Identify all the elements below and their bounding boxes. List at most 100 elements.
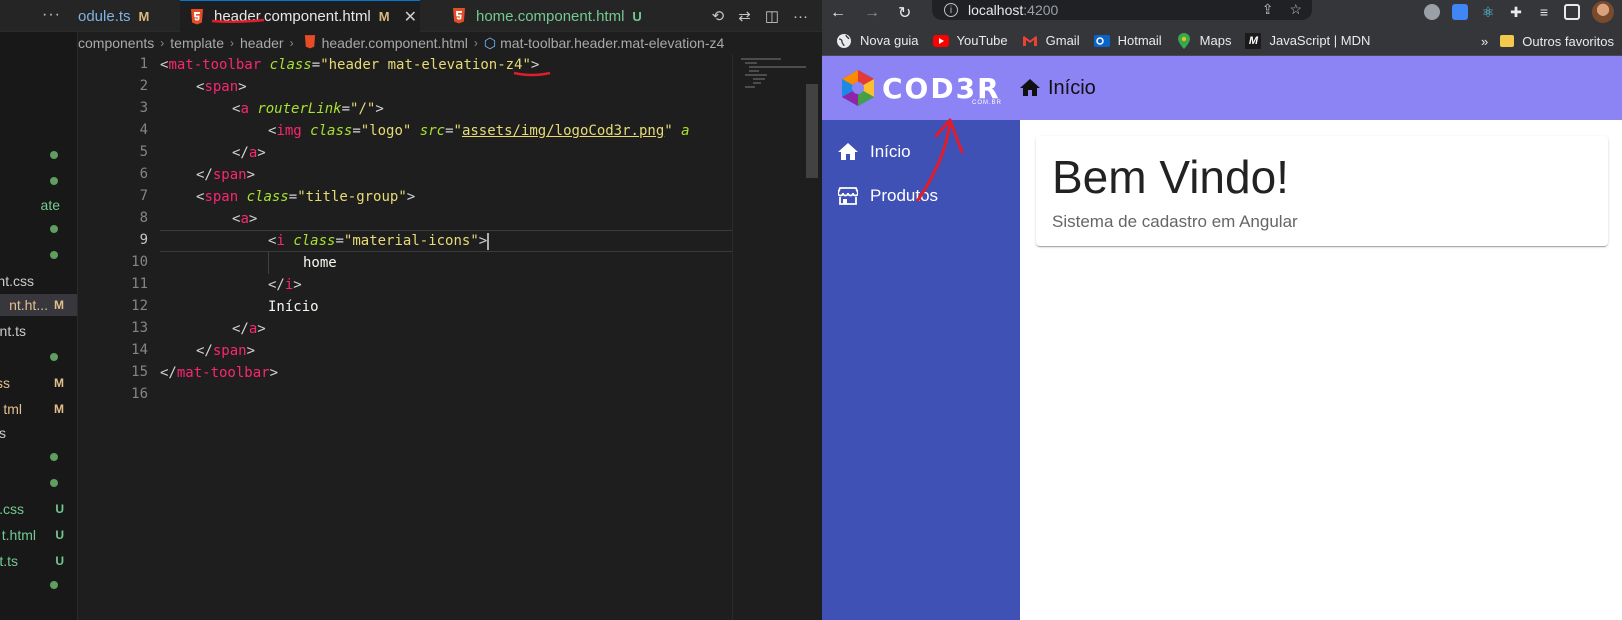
vscode-window: ··· odule.ts M header.component.html M ✕… xyxy=(0,0,822,620)
bookmark-label: JavaScript | MDN xyxy=(1269,33,1371,48)
tab-status: M xyxy=(138,8,150,24)
file-item[interactable]: tml M xyxy=(0,398,77,420)
breadcrumb-item[interactable]: mat-toolbar.header.mat-elevation-z4 xyxy=(500,35,724,51)
token: </ xyxy=(196,167,213,183)
toolbar-title[interactable]: Início xyxy=(1020,56,1096,120)
token: = xyxy=(288,189,298,205)
extension-translate-icon[interactable] xyxy=(1452,4,1468,20)
explorer-dot-row xyxy=(0,574,77,596)
bookmarks-overflow-icon[interactable]: » xyxy=(1481,34,1488,49)
main-content: Bem Vindo! Sistema de cadastro em Angula… xyxy=(1020,120,1622,620)
token-string: " xyxy=(522,57,531,73)
token: > xyxy=(530,57,540,73)
side-panel-icon[interactable] xyxy=(1564,4,1580,20)
file-item[interactable]: nt.ts xyxy=(0,320,77,342)
bookmark-mdn[interactable]: M JavaScript | MDN xyxy=(1245,32,1371,49)
profile-avatar[interactable] xyxy=(1592,1,1614,23)
reading-list-icon[interactable]: ≡ xyxy=(1536,4,1552,20)
extension-react-icon[interactable]: ⚛ xyxy=(1480,4,1496,20)
timeline-icon[interactable]: ⟲ xyxy=(712,7,725,25)
breadcrumb-item[interactable]: header xyxy=(240,35,284,51)
extensions-puzzle-icon[interactable]: ✚ xyxy=(1508,4,1524,20)
info-icon[interactable]: i xyxy=(944,3,958,17)
cod3r-logo[interactable]: COD3R COM.BR xyxy=(838,68,1001,108)
bookmark-maps[interactable]: Maps xyxy=(1176,32,1231,49)
code-line-12: Início xyxy=(268,296,319,318)
file-item[interactable]: t.html U xyxy=(0,524,77,546)
extension-gear-icon[interactable] xyxy=(1424,4,1440,20)
token-link[interactable]: assets/img/logoCod3r.png xyxy=(462,123,664,139)
file-item[interactable]: nt.ht... M xyxy=(0,294,77,316)
back-icon[interactable]: ← xyxy=(830,4,846,22)
code-line-14: </span> xyxy=(196,340,255,362)
token-tag: span xyxy=(212,343,247,359)
breadcrumb-item[interactable]: components xyxy=(78,35,154,51)
bookmark-gmail[interactable]: Gmail xyxy=(1022,33,1080,49)
file-item[interactable]: s xyxy=(0,422,77,444)
url-host: localhost xyxy=(968,2,1024,18)
file-name: s xyxy=(0,425,6,441)
more-actions-icon[interactable]: ··· xyxy=(42,6,61,24)
status-dot xyxy=(50,177,58,185)
explorer-dot-row xyxy=(0,446,77,468)
line-number: 2 xyxy=(139,78,148,94)
file-item[interactable]: t.css U xyxy=(0,498,77,520)
split-editor-icon[interactable]: ◫ xyxy=(765,7,779,25)
token: > xyxy=(257,145,266,161)
chevron-right-icon: › xyxy=(160,36,165,50)
reload-icon[interactable]: ↻ xyxy=(898,3,911,23)
share-icon[interactable]: ⇪ xyxy=(1262,1,1274,18)
compare-icon[interactable]: ⇄ xyxy=(738,7,751,25)
bookmark-nova-guia[interactable]: Nova guia xyxy=(836,33,919,49)
token-attr: routerLink xyxy=(257,101,342,117)
scrollbar-thumb[interactable] xyxy=(806,84,818,178)
line-number: 4 xyxy=(139,122,148,138)
editor-actions: ⟲ ⇄ ◫ ··· xyxy=(712,0,808,32)
file-name: t.html xyxy=(1,527,36,543)
token-attr: src xyxy=(419,123,446,139)
file-item[interactable]: ate xyxy=(0,194,77,216)
token-attr: class xyxy=(246,189,289,205)
tab-home-component-html[interactable]: home.component.html U xyxy=(436,0,656,32)
code-editor[interactable]: <mat-toolbar class="header mat-elevation… xyxy=(160,54,732,620)
tab-module-ts[interactable]: odule.ts M xyxy=(78,0,174,32)
token-tag: i xyxy=(276,233,285,249)
token: </ xyxy=(232,145,249,161)
bookmark-youtube[interactable]: YouTube xyxy=(932,33,1008,49)
code-line-3: <a routerLink="/"> xyxy=(232,98,384,120)
token-text: Início xyxy=(268,299,319,315)
token: = xyxy=(335,233,344,249)
more-icon[interactable]: ··· xyxy=(793,8,808,25)
chevron-right-icon: › xyxy=(473,36,478,50)
code-line-1: <mat-toolbar class="header mat-elevation… xyxy=(160,54,539,76)
minimap-line xyxy=(745,74,767,76)
file-name: nt.ts xyxy=(0,323,26,339)
file-item[interactable]: t.ts U xyxy=(0,550,77,572)
url-port: :4200 xyxy=(1023,2,1059,18)
bookmark-label: Gmail xyxy=(1045,33,1080,48)
tab-header-component-html[interactable]: header.component.html M ✕ xyxy=(180,0,420,32)
forward-icon[interactable]: → xyxy=(864,4,880,22)
breadcrumb-item[interactable]: header.component.html xyxy=(322,35,468,51)
chevron-right-icon: › xyxy=(289,36,294,50)
token: > xyxy=(248,211,258,227)
nav-item-inicio[interactable]: Início xyxy=(838,140,911,164)
other-favorites[interactable]: Outros favoritos xyxy=(1500,34,1614,49)
line-number: 7 xyxy=(139,188,148,204)
bookmark-label: Nova guia xyxy=(860,33,919,48)
token: = xyxy=(352,123,361,139)
file-item[interactable]: ss M xyxy=(0,372,77,394)
explorer-dot-row xyxy=(0,218,77,240)
nav-item-produtos[interactable]: Produtos xyxy=(838,184,938,208)
close-tab-icon[interactable]: ✕ xyxy=(404,7,417,27)
breadcrumb-item[interactable]: template xyxy=(170,35,224,51)
token-text: home xyxy=(303,255,337,271)
address-bar[interactable]: i localhost:4200 ⇪ ☆ xyxy=(932,0,1312,20)
token: = xyxy=(445,123,454,139)
line-number: 14 xyxy=(131,342,148,358)
bookmark-hotmail[interactable]: Hotmail xyxy=(1093,33,1162,49)
file-item[interactable]: nt.css xyxy=(0,270,77,292)
star-icon[interactable]: ☆ xyxy=(1289,1,1302,18)
outlook-icon xyxy=(1093,33,1110,49)
code-line-2: <span> xyxy=(196,76,247,98)
